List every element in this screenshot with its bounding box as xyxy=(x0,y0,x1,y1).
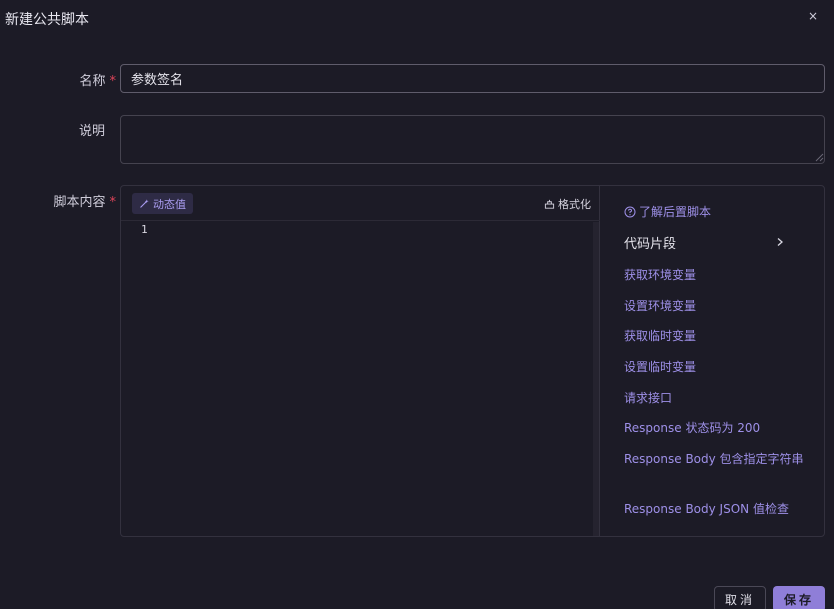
learn-post-script-label: 了解后置脚本 xyxy=(639,205,712,219)
name-label-text: 名称 xyxy=(79,74,106,89)
snippet-send-request[interactable]: 请求接口 xyxy=(624,389,804,407)
editor-toolbar: 动态值 格式化 xyxy=(121,186,600,221)
name-label: 名称 * xyxy=(60,70,116,89)
snippet-get-temp-variable[interactable]: 获取临时变量 xyxy=(624,327,804,345)
format-brush-icon xyxy=(544,199,555,209)
description-input[interactable] xyxy=(120,115,825,164)
new-public-script-modal: 新建公共脚本 × 名称* 说明 脚本内容* 动态值 xyxy=(0,0,834,609)
snippet-get-env-variable[interactable]: 获取环境变量 xyxy=(624,266,804,284)
snippets-panel: 了解后置脚本 代码片段 获取环境变量 设置环境变量 获取临时变量 设置临时变量 … xyxy=(609,186,824,536)
save-button[interactable]: 保存 xyxy=(773,586,825,609)
editor-scrollbar[interactable] xyxy=(593,222,599,536)
close-icon[interactable]: × xyxy=(806,8,820,24)
modal-title: 新建公共脚本 xyxy=(5,12,89,28)
description-label: 说明 xyxy=(60,120,105,139)
format-button[interactable]: 格式化 xyxy=(544,196,591,212)
cancel-button[interactable]: 取消 xyxy=(714,586,766,609)
dynamic-value-button[interactable]: 动态值 xyxy=(132,193,193,214)
snippet-set-temp-variable[interactable]: 设置临时变量 xyxy=(624,358,804,376)
snippets-header[interactable]: 代码片段 xyxy=(624,233,784,252)
name-input[interactable] xyxy=(120,64,825,93)
snippet-body-contains-string[interactable]: Response Body 包含指定字符串 xyxy=(624,450,804,468)
learn-post-script-link[interactable]: 了解后置脚本 xyxy=(624,203,711,220)
dynamic-value-label: 动态值 xyxy=(153,197,186,211)
script-label: 脚本内容 * xyxy=(40,191,116,210)
chevron-right-icon xyxy=(777,238,783,246)
script-editor-panel: 动态值 格式化 1 了解后置脚本 代码片段 获取环境变量 设置环境变量 获取临时… xyxy=(120,185,825,537)
format-label: 格式化 xyxy=(558,198,591,211)
help-circle-icon xyxy=(624,206,636,217)
snippet-set-env-variable[interactable]: 设置环境变量 xyxy=(624,297,804,315)
resize-handle-icon[interactable] xyxy=(814,152,824,162)
snippet-body-json-value-check[interactable]: Response Body JSON 值检查 xyxy=(624,500,804,518)
snippets-title: 代码片段 xyxy=(624,236,677,252)
code-editor: 动态值 格式化 1 xyxy=(121,186,600,536)
script-label-text: 脚本内容 xyxy=(53,195,106,210)
name-required-mark: * xyxy=(109,74,117,89)
code-input-area[interactable] xyxy=(161,222,589,522)
magic-wand-icon xyxy=(140,199,149,208)
description-label-text: 说明 xyxy=(78,124,105,139)
line-number: 1 xyxy=(141,223,148,236)
script-required-mark: * xyxy=(109,195,117,210)
snippet-status-code-200[interactable]: Response 状态码为 200 xyxy=(624,419,804,437)
